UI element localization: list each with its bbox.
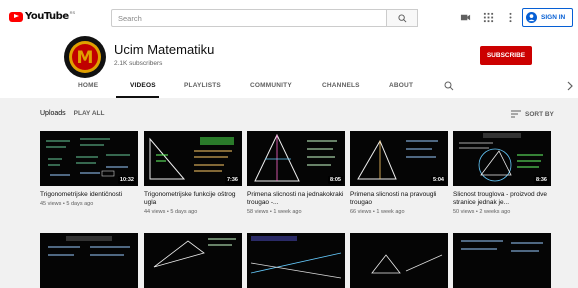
video-duration: 8:36: [533, 176, 549, 184]
video-meta: 58 views • 1 week ago: [247, 209, 302, 215]
uploads-title[interactable]: Uploads: [40, 110, 66, 117]
video-card[interactable]: 8:36 Slicnost trouglova - proizvod dve s…: [453, 131, 551, 215]
video-card[interactable]: 10:32 Trigonometrijske identičnosti 45 v…: [40, 131, 138, 207]
video-thumbnail[interactable]: 5:04: [350, 131, 448, 186]
tab-community[interactable]: COMMUNITY: [250, 82, 292, 89]
play-all-button[interactable]: PLAY ALL: [74, 110, 105, 117]
apps-grid-icon[interactable]: [483, 12, 494, 23]
avatar-letter: M: [77, 48, 94, 68]
video-thumbnail[interactable]: [453, 233, 551, 288]
account-icon: [526, 12, 537, 23]
create-video-icon[interactable]: [460, 12, 471, 23]
sort-by-button[interactable]: SORT BY: [511, 110, 554, 118]
video-thumbnail[interactable]: 8:05: [247, 131, 345, 186]
video-title[interactable]: Trigonometrijske funkcije oštrog ugla: [144, 191, 242, 207]
video-card[interactable]: [247, 233, 345, 288]
youtube-play-icon: [9, 11, 23, 22]
active-tab-indicator: [116, 96, 159, 98]
video-thumbnail[interactable]: [40, 233, 138, 288]
logo-country-code: RS: [69, 10, 76, 15]
video-duration: 10:32: [117, 176, 136, 184]
video-title[interactable]: Slicnost trouglova - proizvod dve strani…: [453, 191, 551, 207]
search-button[interactable]: [387, 9, 418, 27]
sign-in-label: SIGN IN: [541, 14, 566, 21]
triangle-graphic: [153, 238, 236, 268]
chevron-right-icon[interactable]: [566, 81, 574, 91]
lines-graphic: [250, 236, 342, 279]
video-thumbnail[interactable]: [350, 233, 448, 288]
tab-videos[interactable]: VIDEOS: [130, 82, 156, 89]
sort-by-label: SORT BY: [525, 110, 554, 118]
channel-name: Ucim Matematiku: [114, 42, 215, 57]
video-card[interactable]: 8:05 Primena slicnosti na jednakokraki t…: [247, 131, 345, 215]
video-card[interactable]: 7:36 Trigonometrijske funkcije oštrog ug…: [144, 131, 242, 215]
tab-about[interactable]: ABOUT: [389, 82, 413, 89]
search-icon: [397, 13, 406, 22]
video-card[interactable]: [350, 233, 448, 288]
video-thumbnail[interactable]: 10:32: [40, 131, 138, 186]
video-duration: 7:36: [224, 176, 240, 184]
video-title[interactable]: Trigonometrijske identičnosti: [40, 191, 138, 199]
sign-in-button[interactable]: SIGN IN: [522, 8, 573, 27]
video-title[interactable]: Primena slicnosti na pravougli trougao: [350, 191, 448, 207]
video-card[interactable]: [40, 233, 138, 288]
video-meta: 50 views • 2 weeks ago: [453, 209, 511, 215]
subscribe-button[interactable]: SUBSCRIBE: [480, 46, 532, 65]
video-card[interactable]: [453, 233, 551, 288]
youtube-logo[interactable]: YouTube RS: [9, 10, 76, 22]
tab-home[interactable]: HOME: [78, 82, 98, 89]
video-meta: 44 views • 5 days ago: [144, 209, 198, 215]
channel-tabs: HOME VIDEOS PLAYLISTS COMMUNITY CHANNELS…: [0, 78, 578, 98]
tab-channels[interactable]: CHANNELS: [322, 82, 360, 89]
video-thumbnail[interactable]: 7:36: [144, 131, 242, 186]
video-card[interactable]: 5:04 Primena slicnosti na pravougli trou…: [350, 131, 448, 215]
top-bar: YouTube RS Search SIGN IN: [0, 0, 578, 36]
chalkboard-graphic: [48, 236, 130, 256]
more-vert-icon[interactable]: [505, 12, 516, 23]
video-card[interactable]: [144, 233, 242, 288]
video-thumbnail[interactable]: [247, 233, 345, 288]
sort-icon: [511, 110, 521, 118]
triangle-graphic: [371, 254, 443, 274]
channel-avatar[interactable]: M: [64, 36, 106, 78]
tab-playlists[interactable]: PLAYLISTS: [184, 82, 221, 89]
logo-text: YouTube: [25, 11, 69, 22]
video-thumbnail[interactable]: [144, 233, 242, 288]
video-meta: 66 views • 1 week ago: [350, 209, 405, 215]
video-duration: 5:04: [430, 176, 446, 184]
chalkboard-graphic: [461, 240, 543, 252]
video-thumbnail[interactable]: 8:36: [453, 131, 551, 186]
video-meta: 45 views • 5 days ago: [40, 201, 94, 207]
video-title[interactable]: Primena slicnosti na jednakokraki trouga…: [247, 191, 345, 207]
channel-search-icon[interactable]: [444, 81, 454, 91]
video-duration: 8:05: [327, 176, 343, 184]
search-input[interactable]: Search: [111, 9, 387, 27]
uploads-header: Uploads PLAY ALL: [40, 110, 104, 117]
subscriber-count: 2.1K subscribers: [114, 60, 163, 67]
